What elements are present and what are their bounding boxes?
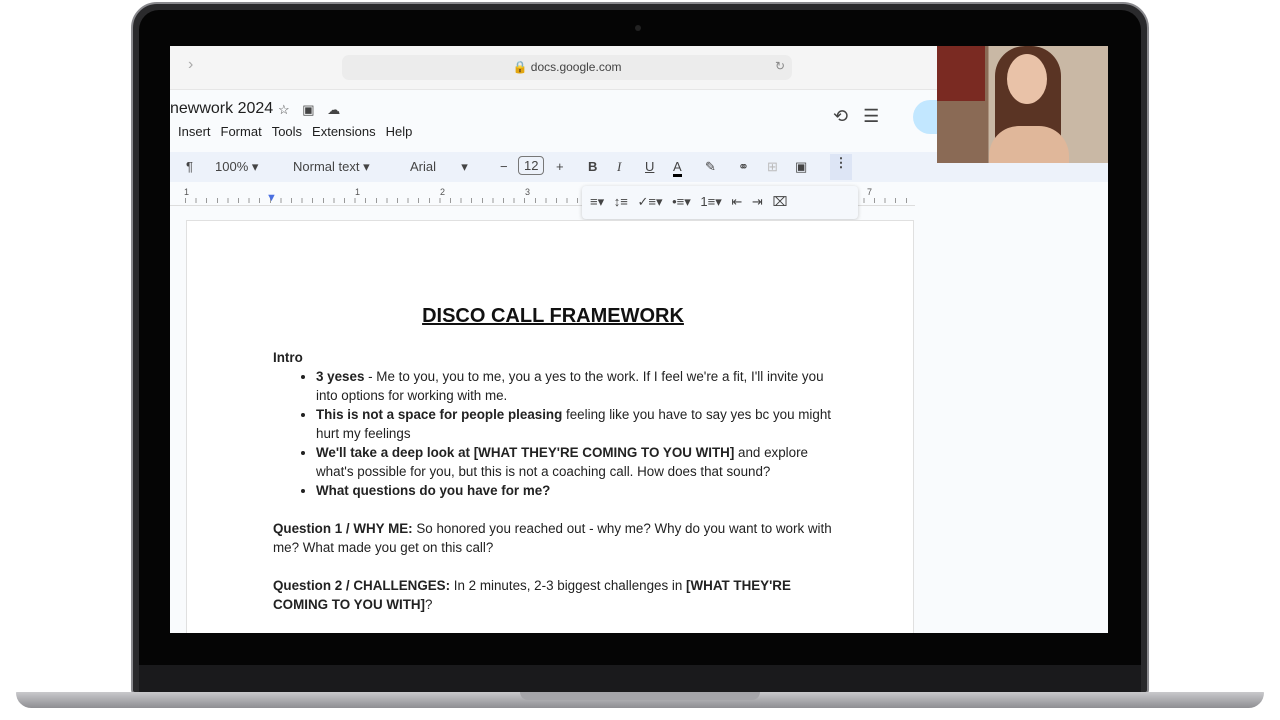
bulleted-list-icon[interactable]: •≡▾ <box>672 194 691 209</box>
increase-indent-icon[interactable]: ⇥ <box>752 194 763 209</box>
ruler-label: 3 <box>525 187 531 197</box>
list-item: 3 yeses - Me to you, you to me, you a ye… <box>316 367 833 405</box>
highlight-icon[interactable]: ✎ <box>705 159 716 175</box>
wall-poster <box>937 46 985 101</box>
add-comment-icon[interactable]: ⊞ <box>767 159 778 175</box>
doc-title[interactable]: newwork 2024 <box>170 100 273 118</box>
url-text: docs.google.com <box>530 60 622 74</box>
italic-button[interactable]: I <box>617 159 621 175</box>
address-bar[interactable]: 🔒 docs.google.com <box>342 55 792 80</box>
intro-label: Intro <box>273 350 303 365</box>
question-2: Question 2 / CHALLENGES: In 2 minutes, 2… <box>273 578 791 612</box>
paint-format-icon[interactable]: ¶ <box>186 159 193 174</box>
align-icon[interactable]: ≡▾ <box>590 194 604 209</box>
menu-help[interactable]: Help <box>386 124 413 139</box>
right-gutter <box>915 186 1108 633</box>
intro-list: 3 yeses - Me to you, you to me, you a ye… <box>316 367 833 500</box>
menu-insert[interactable]: Insert <box>178 124 211 139</box>
text-color-button[interactable]: A <box>673 159 682 177</box>
zoom-select[interactable]: 100% ▾ <box>215 159 258 175</box>
question-1: Question 1 / WHY ME: So honored you reac… <box>273 521 832 555</box>
list-item: We'll take a deep look at [WHAT THEY'RE … <box>316 443 833 481</box>
ruler-label: 7 <box>867 187 873 197</box>
overflow-toolbar: ≡▾ ↕≡ ✓≡▾ •≡▾ 1≡▾ ⇤ ⇥ ⌧ <box>582 186 858 219</box>
indent-marker-icon[interactable]: ▼ <box>266 192 277 204</box>
ruler-label: 2 <box>440 187 446 197</box>
numbered-list-icon[interactable]: 1≡▾ <box>700 194 721 209</box>
webcam-video-overlay <box>937 46 1108 163</box>
line-spacing-icon[interactable]: ↕≡ <box>614 194 628 209</box>
cloud-icon[interactable]: ☁ <box>327 102 340 117</box>
list-item: This is not a space for people pleasing … <box>316 405 833 443</box>
document-page[interactable]: DISCO CALL FRAMEWORK Intro 3 yeses - Me … <box>186 220 914 633</box>
increase-font-button[interactable]: + <box>556 159 564 174</box>
font-select[interactable]: Arial ▾ <box>410 159 476 175</box>
ruler-label: 1 <box>355 187 361 197</box>
document-body[interactable]: DISCO CALL FRAMEWORK Intro 3 yeses - Me … <box>273 305 833 614</box>
link-icon[interactable]: ⚭ <box>738 159 749 175</box>
history-icon[interactable]: ⟲ <box>833 106 848 126</box>
style-select[interactable]: Normal text ▾ <box>293 159 370 175</box>
clear-formatting-icon[interactable]: ⌧ <box>772 194 787 209</box>
comments-icon[interactable]: ☰ <box>863 106 879 126</box>
move-folder-icon[interactable]: ▣ <box>302 102 314 117</box>
laptop-notch <box>520 692 760 700</box>
reload-icon[interactable]: ↻ <box>775 59 785 73</box>
star-icon[interactable]: ☆ <box>278 102 290 117</box>
list-item: What questions do you have for me? <box>316 481 833 500</box>
menu-extensions[interactable]: Extensions <box>312 124 376 139</box>
image-icon[interactable]: ▣ <box>795 159 807 175</box>
decrease-indent-icon[interactable]: ⇤ <box>731 194 742 209</box>
menu-tools[interactable]: Tools <box>272 124 302 139</box>
decrease-font-button[interactable]: − <box>500 159 508 174</box>
presenter-face <box>1007 54 1047 104</box>
underline-button[interactable]: U <box>645 159 654 174</box>
bold-button[interactable]: B <box>588 159 597 174</box>
more-options-icon[interactable]: ⋮ <box>830 154 852 180</box>
menu-format[interactable]: Format <box>221 124 262 139</box>
doc-heading: DISCO CALL FRAMEWORK <box>422 305 684 327</box>
menu-bar: Insert Format Tools Extensions Help <box>178 124 422 139</box>
webcam-icon <box>635 25 641 31</box>
forward-icon[interactable]: › <box>188 56 193 74</box>
checklist-icon[interactable]: ✓≡▾ <box>637 194 662 209</box>
laptop-chin <box>139 665 1141 692</box>
font-size-input[interactable]: 12 <box>518 156 545 175</box>
ruler-label: 1 <box>184 187 190 197</box>
